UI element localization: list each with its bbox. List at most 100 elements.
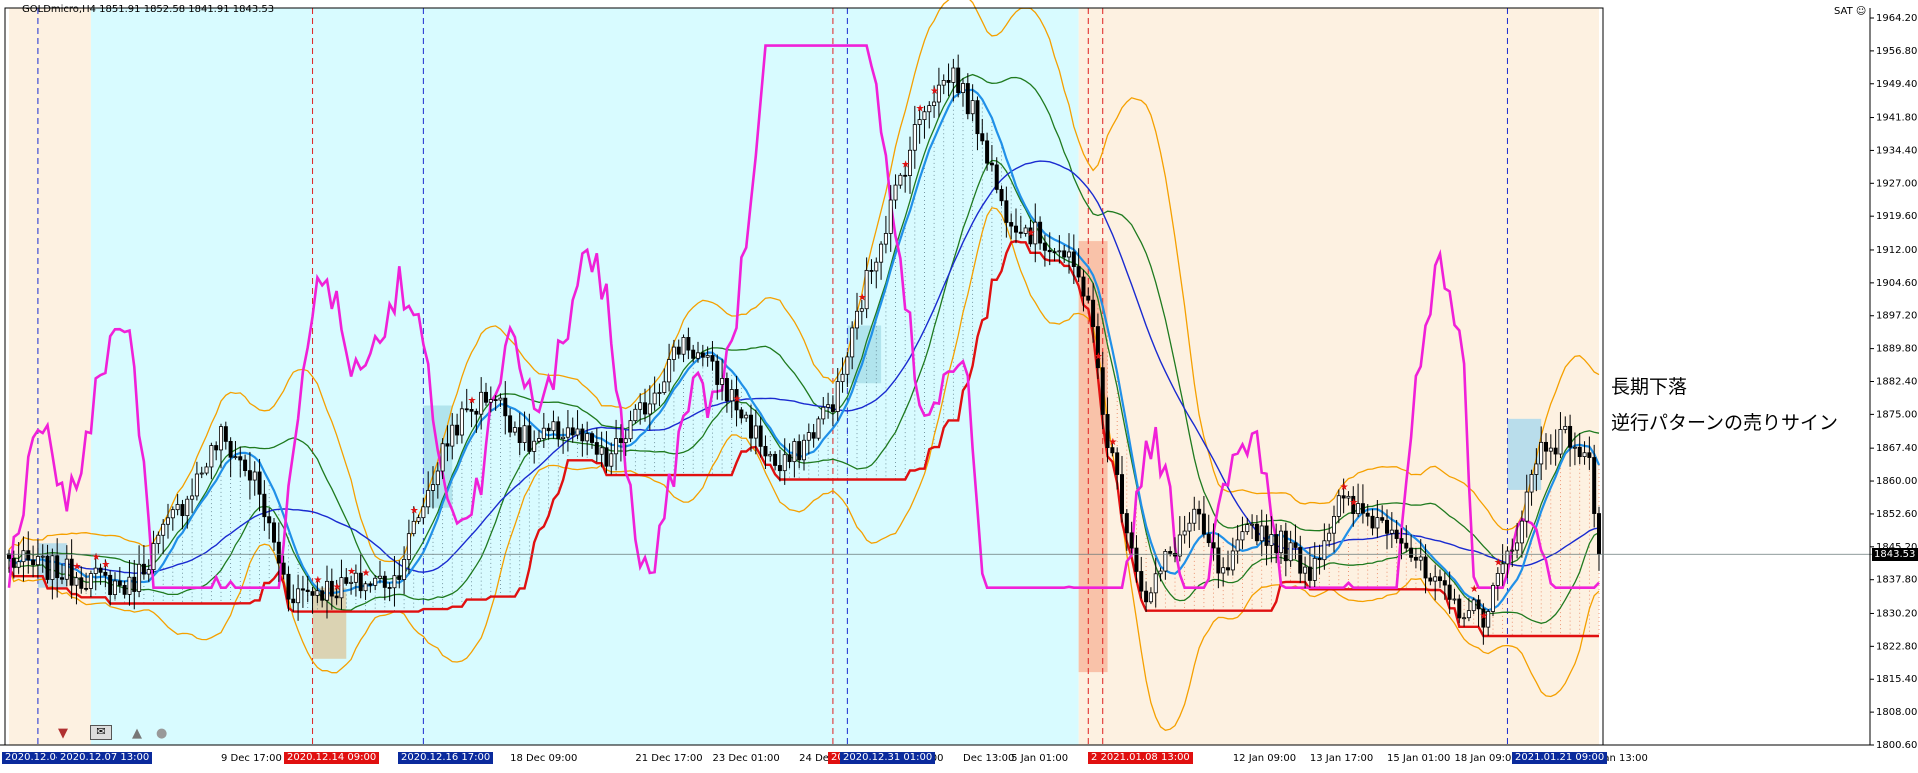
candle-body (1129, 532, 1134, 549)
candle-body (1360, 503, 1365, 514)
candle-body (31, 559, 36, 566)
candle-body (1558, 429, 1563, 455)
triangle-down-icon[interactable]: ▼ (58, 726, 68, 741)
candle-body (1086, 295, 1091, 301)
candle-body (344, 577, 349, 584)
candle-body (1177, 534, 1182, 557)
candle-body (859, 308, 864, 312)
candle-body (763, 445, 768, 457)
signal-star-marker: ★ (101, 559, 110, 570)
candle-body (710, 355, 715, 362)
candle-body (1409, 547, 1414, 558)
candle-body (151, 543, 156, 570)
candle-body (1192, 508, 1197, 524)
candle-body (994, 164, 999, 190)
candle-body (1457, 598, 1462, 619)
candle-body (267, 516, 272, 524)
signal-star-marker: ★ (72, 562, 81, 573)
candle-body (1014, 225, 1019, 233)
candle-body (286, 573, 291, 600)
y-tick-label: 1860.00 (1876, 476, 1917, 487)
candle-body (108, 574, 113, 595)
candle-body (1597, 513, 1602, 555)
candle-body (377, 575, 382, 579)
candle-body (1158, 570, 1163, 575)
candle-body (1495, 573, 1500, 586)
candle-body (127, 576, 132, 595)
candle-body (946, 80, 951, 83)
signal-star-marker: ★ (333, 582, 342, 593)
signal-star-marker: ★ (733, 394, 742, 405)
chart-header: GOLDmicro,H4 1851.91 1852.58 1841.91 184… (22, 4, 274, 15)
candle-body (349, 581, 354, 584)
candle-body (88, 573, 93, 589)
candle-body (397, 575, 402, 580)
candle-body (498, 397, 503, 401)
date-tag: 2020.12.31 01:00 (840, 752, 936, 764)
candle-body (204, 466, 209, 474)
candle-body (965, 83, 970, 115)
candle-body (156, 534, 161, 544)
signal-star-marker: ★ (313, 575, 322, 586)
y-tick-label: 1882.40 (1876, 377, 1917, 388)
candle-body (1389, 529, 1394, 534)
candle-body (392, 575, 397, 589)
candle-body (956, 67, 961, 94)
candle-body (681, 337, 686, 355)
signal-star-marker: ★ (1470, 584, 1479, 595)
candle-body (1447, 584, 1452, 600)
candle-body (1442, 580, 1447, 586)
candle-body (64, 558, 69, 580)
y-tick-label: 1822.80 (1876, 641, 1917, 652)
candle-body (305, 589, 310, 592)
signal-star-marker: ★ (362, 568, 371, 579)
bell-icon[interactable]: ▲ (132, 726, 142, 741)
bg-zone-bull (90, 8, 1079, 745)
chat-icon[interactable]: ● (156, 726, 167, 741)
candle-body (835, 381, 840, 412)
x-tick-label: 23 Dec 01:00 (712, 753, 779, 764)
y-tick-label: 1897.20 (1876, 311, 1917, 322)
candle-body (464, 408, 469, 411)
envelope-icon[interactable]: ✉ (90, 725, 112, 740)
candle-body (1076, 266, 1081, 278)
candle-body (469, 408, 474, 412)
candle-body (315, 590, 320, 596)
candle-body (1423, 556, 1428, 579)
candle-body (238, 456, 243, 461)
corner-label: SAT ☺ (1834, 6, 1867, 17)
candle-body (1197, 508, 1202, 515)
candle-body (696, 352, 701, 359)
signal-star-marker: ★ (347, 566, 356, 577)
candle-body (103, 571, 108, 576)
candle-body (1510, 549, 1515, 552)
candle-body (291, 598, 296, 604)
y-tick-label: 1919.60 (1876, 211, 1917, 222)
x-tick-label: Dec 13:00 (963, 753, 1014, 764)
candle-body (430, 484, 435, 491)
signal-star-marker: ★ (410, 505, 419, 516)
ohlc-label: 1851.91 1852.58 1841.91 1843.53 (99, 4, 275, 15)
y-tick-label: 1800.60 (1876, 740, 1917, 751)
candle-body (402, 559, 407, 580)
candle-body (175, 504, 180, 511)
annotation-counter-pattern-sell: 逆行パターンの売りサイン (1611, 412, 1839, 434)
candle-body (1491, 585, 1496, 612)
candle-body (546, 427, 551, 432)
candle-body (1230, 550, 1235, 571)
candle-body (782, 454, 787, 472)
annotation-long-term-decline: 長期下落 (1611, 376, 1688, 398)
candle-body (1539, 441, 1544, 465)
candle-body (575, 428, 580, 436)
candle-body (60, 577, 65, 580)
y-tick-label: 1927.00 (1876, 178, 1917, 189)
candle-body (903, 174, 908, 177)
candle-body (180, 504, 185, 517)
candle-body (662, 381, 667, 393)
candle-body (45, 555, 50, 580)
candle-body (1115, 452, 1120, 475)
candle-body (334, 595, 339, 599)
candle-body (84, 587, 89, 590)
candle-body (749, 414, 754, 439)
candle-body (792, 441, 797, 463)
